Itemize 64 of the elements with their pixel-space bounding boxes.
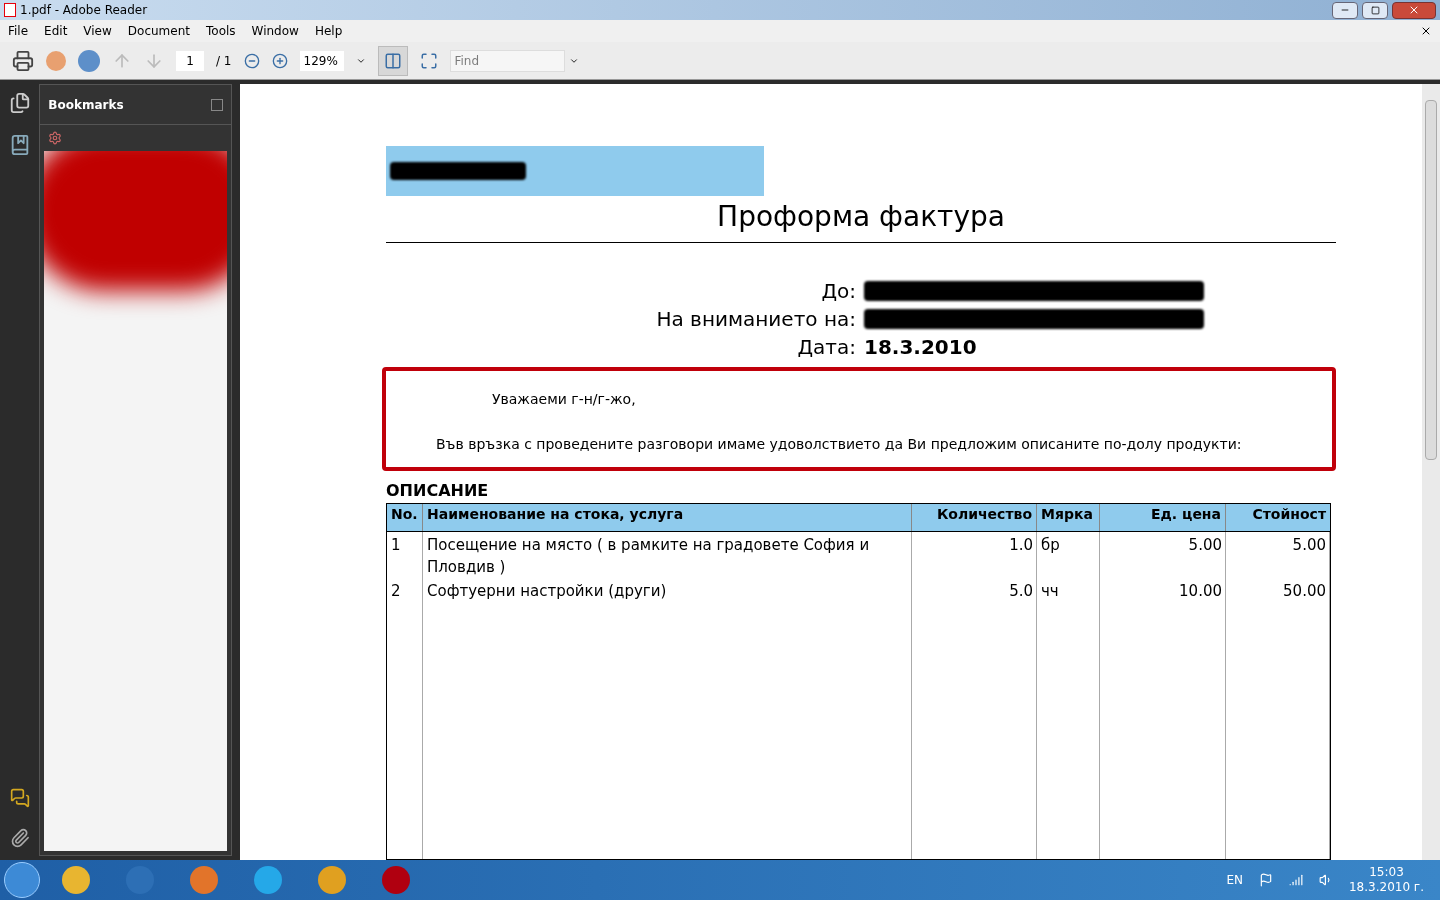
menu-item[interactable]: File	[8, 22, 29, 40]
start-button[interactable]	[4, 862, 40, 898]
table-cell-text: 5.0	[1008, 581, 1034, 602]
table-cell-text: 50.00	[1282, 581, 1327, 602]
zoom-out-icon[interactable]	[243, 52, 260, 69]
table-cell-text: 10.00	[1178, 581, 1223, 602]
comments-icon[interactable]	[9, 788, 30, 808]
pdf-file-icon	[4, 3, 16, 17]
menu-item[interactable]: Edit	[44, 22, 68, 40]
maximize-icon	[1370, 5, 1380, 15]
page-number-field[interactable]: 1	[176, 50, 204, 71]
fit-page-icon[interactable]	[419, 51, 438, 70]
column-header: Количество	[912, 504, 1037, 531]
collapse-button[interactable]	[211, 98, 223, 111]
flag-icon[interactable]	[1259, 873, 1273, 887]
table-cell-text: 5.00	[1187, 535, 1223, 556]
window-title: 1.pdf - Adobe Reader	[20, 2, 148, 19]
table-cell-text: 1.0	[1008, 535, 1034, 556]
table-cell-text: 2	[390, 581, 402, 602]
menu-item[interactable]: Help	[314, 22, 343, 40]
maximize-button[interactable]	[1362, 1, 1388, 19]
vertical-scrollbar[interactable]	[1422, 84, 1440, 860]
find-field[interactable]: Find	[449, 49, 565, 72]
table-cell-text: чч	[1040, 581, 1060, 602]
network-icon[interactable]	[1289, 873, 1303, 887]
panel-title: Bookmarks	[48, 96, 124, 114]
zoom-field[interactable]: 129%	[299, 50, 344, 71]
table-cell-text: Посещение на място ( в рамките на градовете София и Пловдив )	[426, 535, 871, 578]
language-indicator[interactable]: EN	[1226, 871, 1243, 889]
menu-item[interactable]: View	[83, 22, 112, 40]
field-value: 18.3.2010	[864, 334, 977, 361]
close-document-icon[interactable]	[1420, 25, 1432, 37]
attachments-icon[interactable]	[9, 828, 30, 848]
fit-width-button[interactable]	[377, 45, 408, 76]
close-button[interactable]	[1392, 1, 1436, 19]
menu-item[interactable]: Tools	[206, 22, 236, 40]
column-header: Наименование на стока, услуга	[423, 504, 912, 531]
greeting: Уважаеми г-н/г-жо,	[491, 390, 637, 409]
clock-time: 15:03	[1369, 865, 1404, 880]
column-header: Стойност	[1251, 505, 1327, 524]
section-heading: ОПИСАНИЕ	[386, 480, 490, 502]
settings-icon[interactable]	[48, 131, 63, 145]
page-total: / 1	[216, 52, 232, 70]
field-label: До:	[820, 278, 856, 305]
close-icon	[1408, 4, 1420, 16]
field-label: На вниманието на:	[655, 306, 856, 333]
table-cell-text: 1	[390, 535, 402, 556]
minimize-button[interactable]	[1332, 1, 1358, 19]
zoom-in-icon[interactable]	[271, 52, 288, 69]
intro-text: Във връзка с проведените разговори имаме удоволствието да Ви предложим описаните по-долу продукти:	[436, 435, 1242, 454]
table-cell-text: Софтуерни настройки (други)	[426, 581, 668, 602]
column-header: Ед. цена	[1100, 504, 1226, 531]
document-title: Проформа фактура	[386, 196, 1336, 243]
fit-width-icon	[383, 51, 402, 70]
column-header: No.	[387, 504, 423, 531]
menu-item[interactable]: Window	[251, 22, 299, 40]
clock-date: 18.3.2010 г.	[1349, 880, 1424, 895]
field-label: Дата:	[796, 334, 856, 361]
table-cell-text: 5.00	[1291, 535, 1327, 556]
column-header: Мярка	[1037, 504, 1100, 531]
print-icon[interactable]	[12, 49, 34, 72]
menu-item[interactable]: Document	[127, 22, 190, 40]
pages-icon[interactable]	[8, 92, 31, 114]
table-cell-text: бр	[1040, 535, 1061, 556]
